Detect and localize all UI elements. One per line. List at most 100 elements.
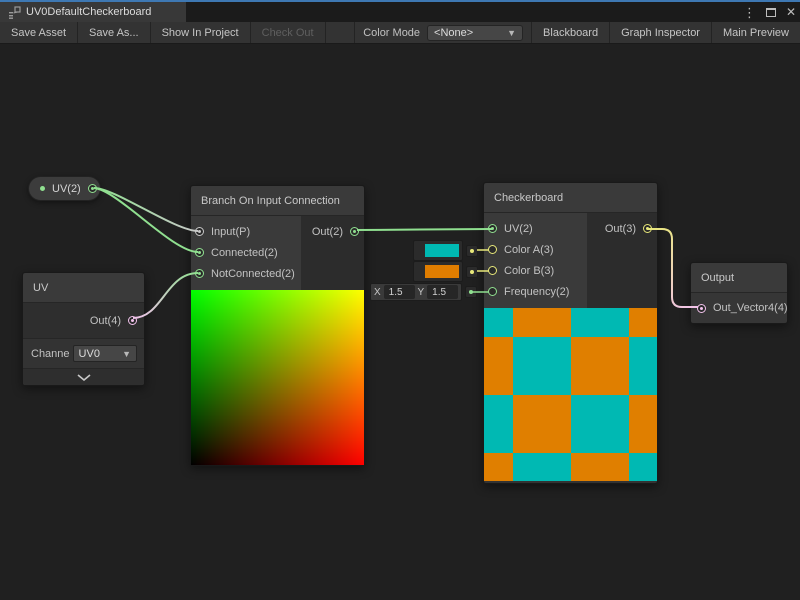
branch-uv-preview — [191, 290, 364, 465]
show-in-project-button[interactable]: Show In Project — [151, 22, 251, 43]
wire-uv2-to-input[interactable] — [94, 188, 198, 231]
branch-inputs: Input(P) Connected(2) NotConnected(2) — [191, 216, 301, 290]
save-asset-button[interactable]: Save Asset — [0, 22, 78, 43]
node-branch-on-input-connection[interactable]: Branch On Input Connection Input(P) Conn… — [190, 185, 365, 466]
uv-out-row: Out(4) — [23, 303, 144, 339]
blackboard-toggle[interactable]: Blackboard — [531, 22, 610, 43]
frequency-widget: X 1.5 Y 1.5 — [370, 283, 477, 301]
node-output[interactable]: Output Out_Vector4(4) — [690, 262, 788, 324]
graph-canvas[interactable]: UV(2) UV Out(4) Channe UV0 ▼ — [0, 44, 800, 600]
frequency-y-label: Y — [418, 287, 425, 298]
wire-out2-to-uv2[interactable] — [357, 229, 492, 230]
main-preview-toggle[interactable]: Main Preview — [712, 22, 800, 43]
port-connected[interactable] — [195, 248, 204, 257]
checker-cell — [484, 395, 513, 453]
notconnected-label: NotConnected(2) — [211, 268, 295, 280]
node-uv[interactable]: UV Out(4) Channe UV0 ▼ — [22, 272, 145, 386]
node-checkerboard[interactable]: Checkerboard UV(2) Color A(3) Color B(3) — [483, 182, 658, 484]
close-icon[interactable]: ✕ — [786, 6, 796, 18]
out-vector4-label: Out_Vector4(4) — [713, 302, 788, 314]
port-row-out2: Out(2) — [312, 221, 359, 242]
checkerboard-node-body: UV(2) Color A(3) Color B(3) Frequency(2) — [484, 213, 657, 308]
checker-cell — [629, 308, 657, 337]
color-mode-group: Color Mode <None> ▼ — [354, 22, 531, 43]
uv-out-label: Out(4) — [90, 315, 121, 327]
port-color-b[interactable] — [488, 266, 497, 275]
chevron-down-icon: ▼ — [122, 349, 131, 359]
port-out2[interactable] — [350, 227, 359, 236]
input-p-label: Input(P) — [211, 226, 250, 238]
color-mode-dropdown[interactable]: <None> ▼ — [427, 25, 523, 41]
port-row-uv2: UV(2) — [488, 218, 587, 239]
out3-label: Out(3) — [605, 223, 636, 235]
color-a-field[interactable] — [413, 240, 463, 261]
output-port-row: Out_Vector4(4) — [691, 293, 787, 323]
color-b-swatch — [425, 265, 459, 278]
color-mode-value: <None> — [434, 27, 473, 39]
window-controls: ⋮ ✕ — [743, 2, 796, 22]
port-frequency[interactable] — [488, 287, 497, 296]
port-notconnected[interactable] — [195, 269, 204, 278]
checker-uv2-label: UV(2) — [504, 223, 533, 235]
pill-label: UV(2) — [52, 183, 81, 195]
frequency-fields: X 1.5 Y 1.5 — [370, 283, 462, 301]
kebab-menu-icon[interactable]: ⋮ — [743, 6, 756, 19]
toolbar: Save Asset Save As... Show In Project Ch… — [0, 22, 800, 44]
checker-cell — [571, 395, 629, 453]
color-b-connector — [466, 266, 478, 278]
uv-node-title[interactable]: UV — [23, 273, 144, 303]
vector2-type-dot — [40, 186, 45, 191]
port-row-connected: Connected(2) — [195, 242, 301, 263]
checker-cell — [513, 395, 571, 453]
frequency-y-input[interactable]: 1.5 — [427, 285, 458, 299]
checker-cell — [629, 395, 657, 453]
tab-bar: UV0DefaultCheckerboard ⋮ ✕ — [0, 2, 800, 22]
color-a-swatch — [425, 244, 459, 257]
port-row-frequency: Frequency(2) — [488, 281, 587, 302]
toolbar-spacer — [326, 22, 355, 43]
checker-cell — [484, 308, 513, 337]
wire-uv2-to-connected[interactable] — [94, 188, 198, 252]
checkerboard-node-title[interactable]: Checkerboard — [484, 183, 657, 213]
checker-cell — [513, 453, 571, 481]
checker-cell — [571, 308, 629, 337]
port-row-color-b: Color B(3) — [488, 260, 587, 281]
tab-uv0defaultcheckerboard[interactable]: UV0DefaultCheckerboard — [0, 2, 186, 22]
port-uv2-pill-out[interactable] — [88, 184, 97, 193]
save-as-button[interactable]: Save As... — [78, 22, 151, 43]
uv-collapse-button[interactable] — [23, 369, 144, 385]
check-out-button: Check Out — [251, 22, 326, 43]
port-out3[interactable] — [643, 224, 652, 233]
port-out-vector4[interactable] — [697, 304, 706, 313]
checkerboard-outputs: Out(3) — [587, 213, 657, 308]
port-color-a[interactable] — [488, 245, 497, 254]
maximize-icon[interactable] — [766, 8, 776, 17]
frequency-connector — [465, 286, 477, 298]
branch-outputs: Out(2) — [301, 216, 364, 290]
checkerboard-inputs: UV(2) Color A(3) Color B(3) Frequency(2) — [484, 213, 587, 308]
port-row-notconnected: NotConnected(2) — [195, 263, 301, 284]
color-b-field[interactable] — [413, 261, 463, 282]
chevron-down-icon — [77, 374, 91, 381]
chevron-down-icon: ▼ — [507, 28, 516, 38]
checker-cell — [513, 337, 571, 395]
port-row-out3: Out(3) — [605, 218, 652, 239]
branch-node-title[interactable]: Branch On Input Connection — [191, 186, 364, 216]
connected-label: Connected(2) — [211, 247, 278, 259]
port-uv-out4[interactable] — [128, 316, 137, 325]
checker-cell — [629, 453, 657, 481]
port-input-p[interactable] — [195, 227, 204, 236]
branch-node-body: Input(P) Connected(2) NotConnected(2) Ou… — [191, 216, 364, 290]
window-accent-line — [0, 0, 800, 2]
port-checker-uv2[interactable] — [488, 224, 497, 233]
channel-label: Channe — [31, 348, 70, 360]
checker-cell — [513, 308, 571, 337]
color-mode-label: Color Mode — [363, 27, 420, 39]
channel-dropdown[interactable]: UV0 ▼ — [73, 345, 137, 362]
output-node-title[interactable]: Output — [691, 263, 787, 293]
frequency-x-label: X — [374, 287, 381, 298]
color-a-widget — [413, 240, 478, 261]
graph-inspector-toggle[interactable]: Graph Inspector — [610, 22, 712, 43]
node-uv2-pill[interactable]: UV(2) — [28, 176, 101, 201]
frequency-x-input[interactable]: 1.5 — [384, 285, 415, 299]
